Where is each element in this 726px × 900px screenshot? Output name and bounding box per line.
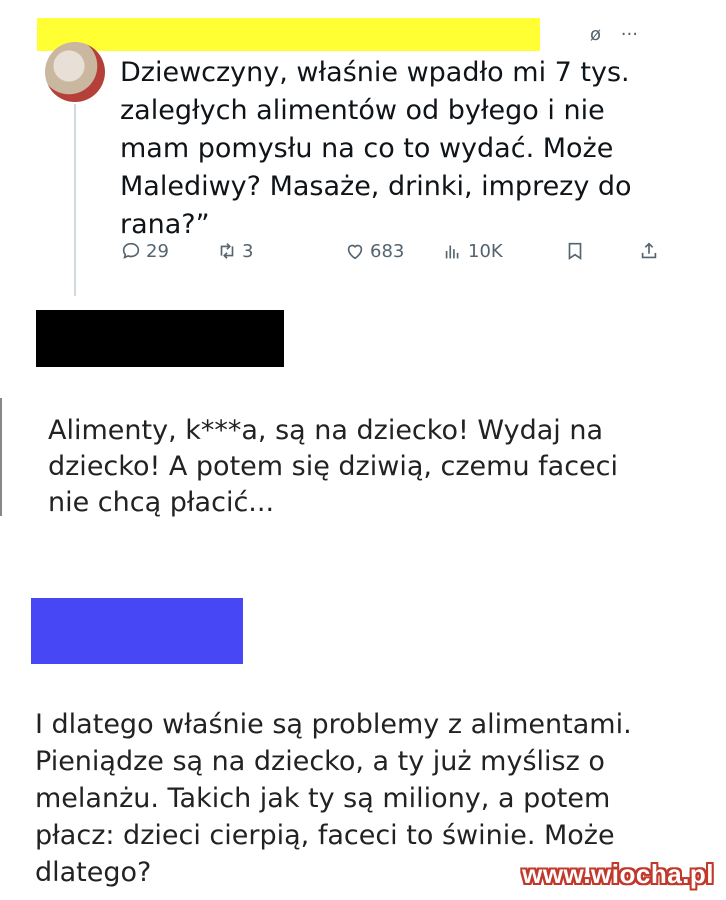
- comment-text: Alimenty, k***a, są na dziecko! Wydaj na…: [48, 415, 619, 518]
- bookmark-button[interactable]: [564, 240, 586, 262]
- tweet-text: Dziewczyny, właśnie wpadło mi 7 tys. zal…: [120, 57, 632, 240]
- redaction-bar-yellow: [37, 18, 540, 51]
- retweet-count: 3: [242, 240, 254, 262]
- more-icon[interactable]: ···: [621, 24, 638, 45]
- redaction-bar-blue: [31, 598, 243, 664]
- share-icon: [641, 242, 657, 259]
- views-icon: [445, 245, 459, 259]
- views-button[interactable]: 10K: [442, 240, 503, 262]
- tweet-top-icons: ø ···: [590, 24, 652, 45]
- avatar[interactable]: [45, 42, 105, 102]
- retweet-icon: [220, 243, 234, 259]
- grok-icon[interactable]: ø: [590, 24, 601, 45]
- watermark-logo: www.wiocha.pl: [522, 859, 714, 889]
- heart-icon: [347, 244, 363, 260]
- share-button[interactable]: [638, 240, 660, 262]
- bookmark-icon: [568, 242, 582, 260]
- redaction-bar-black: [36, 310, 284, 367]
- reply-icon: [122, 242, 140, 259]
- tweet-actions: 29 3 683 10K: [120, 240, 680, 272]
- like-count: 683: [370, 240, 405, 262]
- divider: [0, 398, 2, 516]
- reply-count: 29: [146, 240, 169, 262]
- views-count: 10K: [468, 240, 503, 262]
- reply-button[interactable]: 29: [120, 240, 169, 262]
- like-button[interactable]: 683: [344, 240, 404, 262]
- thread-line: [74, 104, 76, 296]
- retweet-button[interactable]: 3: [216, 240, 253, 262]
